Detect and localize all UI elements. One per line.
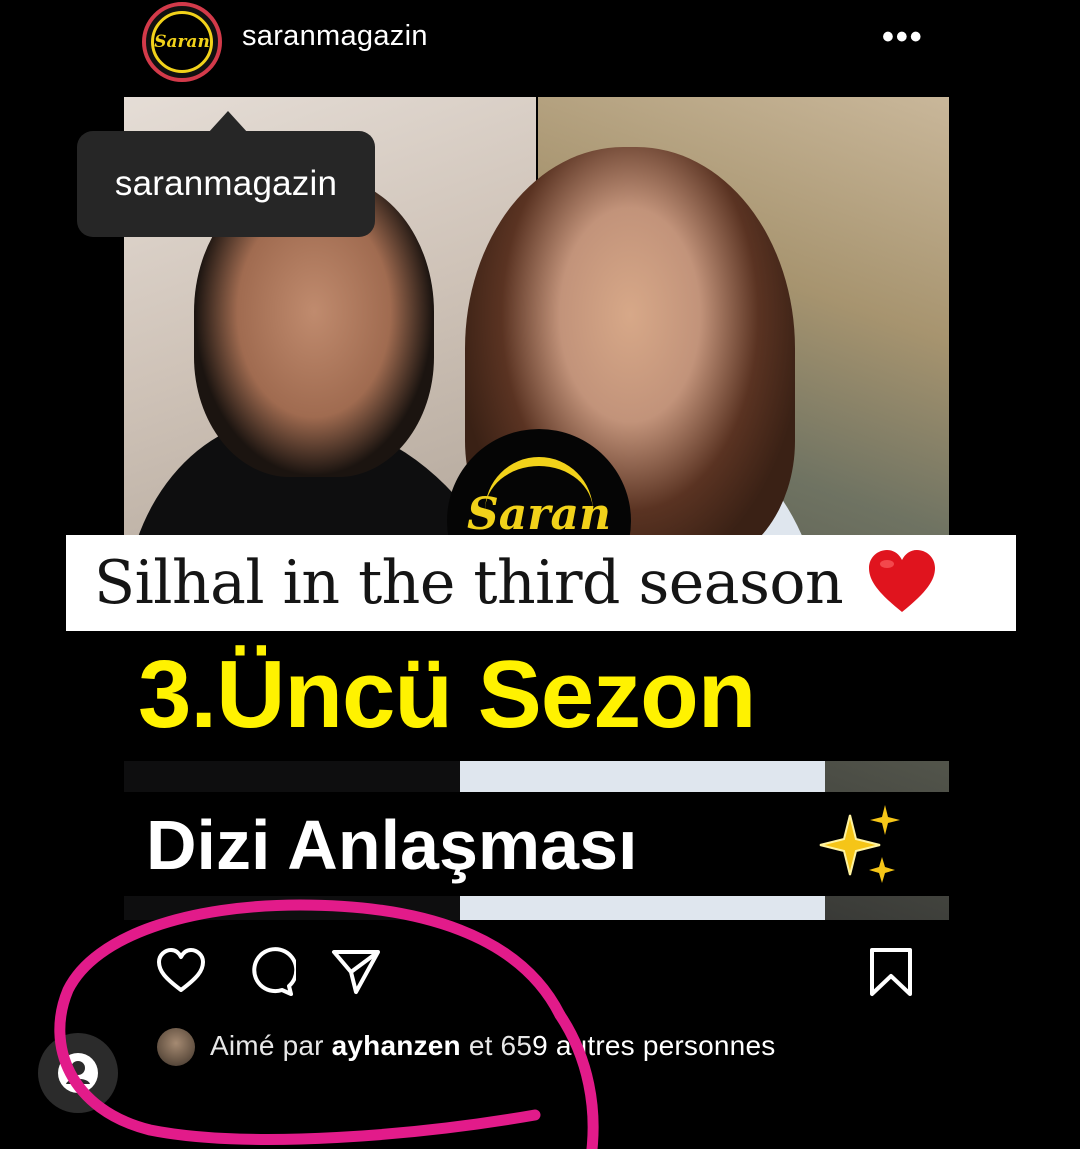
tooltip-username: saranmagazin	[114, 164, 338, 203]
liker-avatar[interactable]	[157, 1028, 195, 1066]
comment-icon[interactable]	[244, 946, 296, 998]
avatar-logo: Saran	[151, 11, 213, 73]
likes-user[interactable]: ayhanzen	[332, 1030, 461, 1061]
red-heart-icon	[869, 550, 936, 612]
tooltip-arrow	[208, 111, 248, 133]
profile-fab[interactable]	[38, 1033, 118, 1113]
user-tag-tooltip[interactable]: saranmagazin	[77, 131, 375, 237]
profile-avatar[interactable]: Saran	[142, 2, 222, 82]
heart-icon[interactable]	[155, 946, 207, 998]
annotation-circle	[54, 899, 599, 1149]
post-username[interactable]: saranmagazin	[242, 20, 428, 53]
user-icon	[58, 1053, 98, 1093]
english-banner: Silhal in the third season	[66, 535, 1016, 631]
saran-logo-text: Saran	[467, 489, 611, 540]
sparkles-icon	[819, 805, 900, 883]
likes-middle: et 65	[468, 1030, 533, 1061]
likes-suffix: 9 autres personnes	[532, 1030, 776, 1061]
subheadline-text: Dizi Anlaşması	[146, 806, 638, 884]
bookmark-icon[interactable]	[866, 946, 918, 998]
more-options-icon[interactable]: •••	[882, 18, 924, 57]
likes-prefix: Aimé par	[210, 1030, 324, 1061]
send-icon[interactable]	[330, 946, 382, 998]
banner-text: Silhal in the third season	[94, 548, 844, 618]
headline-text: 3.Üncü Sezon	[138, 641, 756, 748]
likes-text[interactable]: Aimé par ayhanzen et 659 autres personne…	[210, 1030, 775, 1062]
